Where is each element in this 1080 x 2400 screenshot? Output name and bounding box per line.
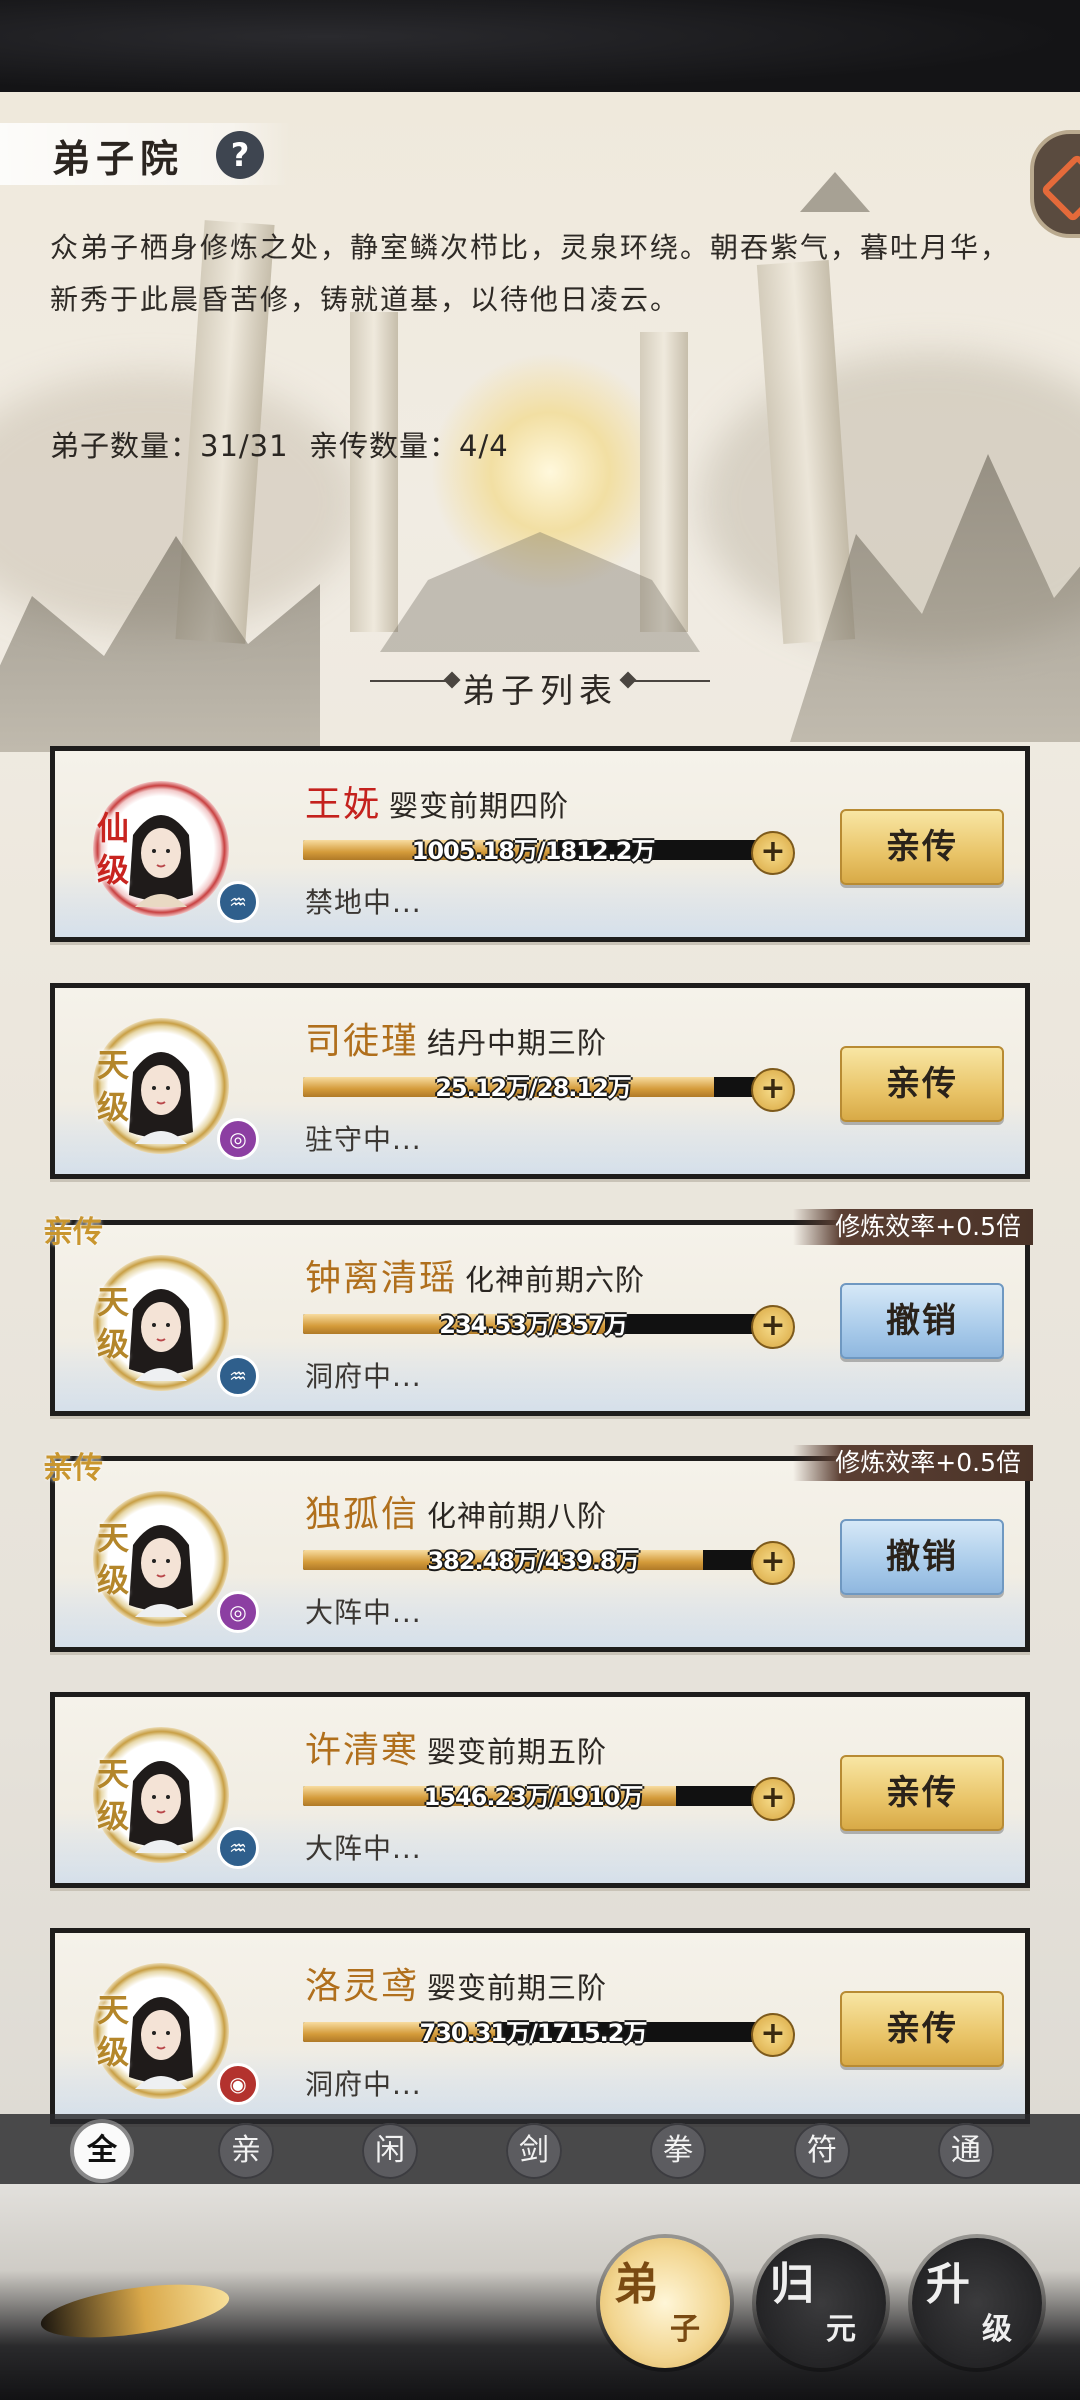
personal-disciple-tag: 亲传 bbox=[43, 1215, 103, 1250]
diamond-icon bbox=[1040, 153, 1080, 223]
location-status: 大阵中... bbox=[305, 1596, 422, 1629]
location-status: 驻守中... bbox=[305, 1123, 422, 1156]
add-progress-button[interactable]: + bbox=[751, 1541, 795, 1585]
personal-disciple-tag: 亲传 bbox=[43, 1451, 103, 1486]
location-status: 禁地中... bbox=[305, 886, 422, 919]
cultivation-realm: 婴变前期四阶 bbox=[389, 789, 570, 823]
progress-text: 1005.18万/1812.2万 bbox=[411, 837, 656, 865]
cultivation-realm: 婴变前期三阶 bbox=[427, 1971, 608, 2005]
filter-button[interactable]: 亲 bbox=[218, 2123, 274, 2179]
nav-main-label: 弟 bbox=[614, 2259, 658, 2310]
help-button[interactable]: ? bbox=[216, 131, 264, 179]
make-personal-button[interactable]: 亲传 bbox=[840, 1755, 1004, 1831]
grade-badge: 天级 bbox=[97, 1283, 130, 1363]
filter-button[interactable]: 闲 bbox=[362, 2123, 418, 2179]
section-title: 弟子列表 bbox=[462, 671, 618, 710]
add-progress-button[interactable]: + bbox=[751, 1068, 795, 1112]
progress-text: 234.53万/357万 bbox=[439, 1311, 627, 1339]
filter-button[interactable]: 剑 bbox=[506, 2123, 562, 2179]
cultivation-realm: 婴变前期五阶 bbox=[427, 1735, 608, 1769]
water-icon: ♒ bbox=[217, 1827, 259, 1869]
revoke-button[interactable]: 撤销 bbox=[840, 1283, 1004, 1359]
page-title: 弟子院 bbox=[52, 136, 185, 181]
grade-badge: 天级 bbox=[97, 1755, 130, 1835]
disciple-stats: 弟子数量：31/31 亲传数量：4/4 bbox=[50, 429, 509, 463]
grade-badge: 仙级 bbox=[97, 809, 130, 889]
disciple-name-row: 许清寒 婴变前期五阶 bbox=[305, 1721, 607, 1773]
nav-sub-label: 元 bbox=[826, 2312, 856, 2347]
status-bar-area bbox=[0, 0, 1080, 92]
cultivation-realm: 化神前期八阶 bbox=[427, 1499, 608, 1533]
grade-badge: 天级 bbox=[97, 1519, 130, 1599]
progress-text: 25.12万/28.12万 bbox=[435, 1074, 632, 1102]
location-status: 洞府中... bbox=[305, 1360, 422, 1393]
filter-button[interactable]: 全 bbox=[74, 2123, 130, 2179]
grade-badge: 天级 bbox=[97, 1046, 130, 1126]
nav-button[interactable]: 弟 子 bbox=[600, 2238, 730, 2368]
cultivation-bonus-badge: 修炼效率+0.5倍 bbox=[793, 1209, 1033, 1245]
nav-sub-label: 级 bbox=[982, 2312, 1012, 2347]
disciple-name: 司徒瑾 bbox=[305, 1021, 420, 1062]
nav-main-label: 升 bbox=[926, 2259, 970, 2310]
nav-button[interactable]: 升 级 bbox=[912, 2238, 1042, 2368]
progress-text: 730.31万/1715.2万 bbox=[419, 2019, 648, 2047]
disciple-name: 独孤信 bbox=[305, 1494, 420, 1535]
disciple-card[interactable]: 天级 ♒ 钟离清瑶 化神前期六阶 234.53万/357万 + 洞府中... 撤销… bbox=[43, 1209, 1033, 1416]
make-personal-button[interactable]: 亲传 bbox=[840, 1991, 1004, 2067]
cultivation-realm: 结丹中期三阶 bbox=[427, 1026, 608, 1060]
description-text: 众弟子栖身修炼之处，静室鳞次栉比，灵泉环绕。朝吞紫气，暮吐月华，新秀于此晨昏苦修… bbox=[50, 231, 1011, 316]
disciple-card[interactable]: 仙级 ♒ 王妩 婴变前期四阶 1005.18万/1812.2万 + 禁地中... … bbox=[50, 746, 1030, 942]
filter-button[interactable]: 拳 bbox=[650, 2123, 706, 2179]
cultivation-realm: 化神前期六阶 bbox=[465, 1263, 646, 1297]
disciple-card[interactable]: 天级 ♒ 许清寒 婴变前期五阶 1546.23万/1910万 + 大阵中... 亲… bbox=[50, 1692, 1030, 1888]
disciple-name-row: 独孤信 化神前期八阶 bbox=[305, 1485, 607, 1537]
disciple-name: 许清寒 bbox=[305, 1730, 420, 1771]
disciple-name-row: 王妩 婴变前期四阶 bbox=[305, 775, 569, 827]
grade-badge: 天级 bbox=[97, 1991, 130, 2071]
location-status: 大阵中... bbox=[305, 1832, 422, 1865]
fire-icon: ◉ bbox=[217, 2063, 259, 2105]
cultivation-bonus-badge: 修炼效率+0.5倍 bbox=[793, 1445, 1033, 1481]
nav-button[interactable]: 归 元 bbox=[756, 2238, 886, 2368]
wind-icon: ◎ bbox=[217, 1118, 259, 1160]
disciple-name-row: 司徒瑾 结丹中期三阶 bbox=[305, 1012, 607, 1064]
wind-icon: ◎ bbox=[217, 1591, 259, 1633]
side-menu-button[interactable] bbox=[1030, 130, 1080, 238]
disciple-card[interactable]: 天级 ◎ 司徒瑾 结丹中期三阶 25.12万/28.12万 + 驻守中... 亲传 bbox=[50, 983, 1030, 1179]
add-progress-button[interactable]: + bbox=[751, 1777, 795, 1821]
disciple-card[interactable]: 天级 ◎ 独孤信 化神前期八阶 382.48万/439.8万 + 大阵中... 撤… bbox=[43, 1445, 1033, 1652]
progress-text: 1546.23万/1910万 bbox=[423, 1783, 644, 1811]
revoke-button[interactable]: 撤销 bbox=[840, 1519, 1004, 1595]
disciple-name: 钟离清瑶 bbox=[305, 1258, 458, 1299]
location-status: 洞府中... bbox=[305, 2068, 422, 2101]
filter-button[interactable]: 通 bbox=[938, 2123, 994, 2179]
nav-sub-label: 子 bbox=[670, 2312, 700, 2347]
add-progress-button[interactable]: + bbox=[751, 2013, 795, 2057]
disciple-name-row: 洛灵鸢 婴变前期三阶 bbox=[305, 1957, 607, 2009]
disciple-name: 王妩 bbox=[305, 784, 382, 825]
add-progress-button[interactable]: + bbox=[751, 831, 795, 875]
progress-text: 382.48万/439.8万 bbox=[427, 1547, 639, 1575]
water-icon: ♒ bbox=[217, 881, 259, 923]
make-personal-button[interactable]: 亲传 bbox=[840, 1046, 1004, 1122]
make-personal-button[interactable]: 亲传 bbox=[840, 809, 1004, 885]
disciple-name-row: 钟离清瑶 化神前期六阶 bbox=[305, 1249, 645, 1301]
add-progress-button[interactable]: + bbox=[751, 1305, 795, 1349]
nav-main-label: 归 bbox=[770, 2259, 814, 2310]
disciple-card[interactable]: 天级 ◉ 洛灵鸢 婴变前期三阶 730.31万/1715.2万 + 洞府中... … bbox=[50, 1928, 1030, 2124]
filter-button[interactable]: 符 bbox=[794, 2123, 850, 2179]
disciple-name: 洛灵鸢 bbox=[305, 1966, 420, 2007]
water-icon: ♒ bbox=[217, 1355, 259, 1397]
